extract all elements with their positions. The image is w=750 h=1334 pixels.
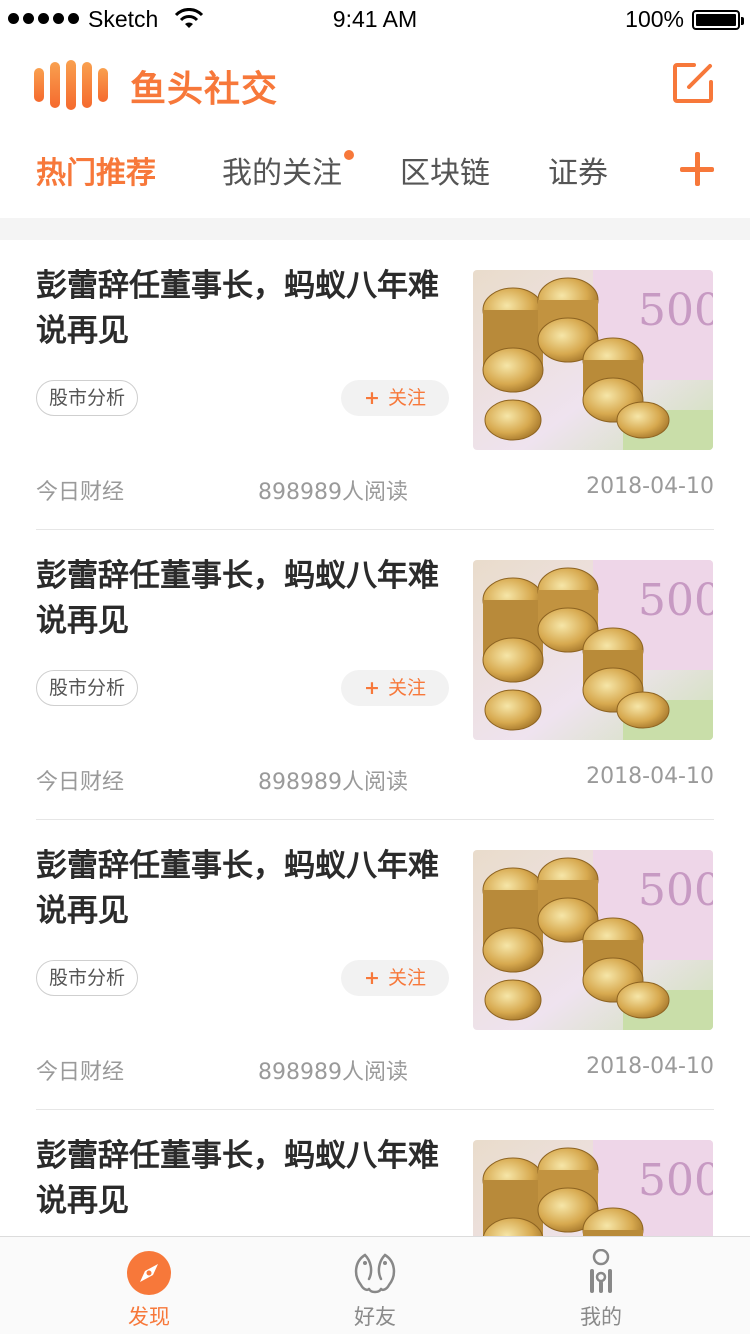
tab-label: 我的关注 [222,156,342,191]
tab-blockchain[interactable]: 区块链 [400,148,490,192]
tabbar-label: 发现 [128,1305,170,1329]
article-thumbnail: 500 [473,850,713,1030]
article-date: 2018-04-10 [586,1054,714,1079]
profile-icon [590,1249,612,1293]
tab-label: 区块链 [400,156,490,191]
category-tag[interactable]: 股市分析 [36,670,139,706]
article-thumbnail: 500 [473,270,713,450]
follow-label: 关注 [387,387,426,409]
compose-icon[interactable] [672,62,714,104]
article-title: 彭蕾辞任董事长，蚂蚁八年难说再见 [36,268,439,349]
tabbar-discover[interactable]: 发现 [24,1237,274,1334]
bottom-tab-bar: 发现 好友 我的 [0,1236,750,1334]
article-card[interactable]: 彭蕾辞任董事长，蚂蚁八年难说再见 500 [0,820,750,1110]
tab-securities[interactable]: 证券 [548,148,608,192]
category-tag[interactable]: 股市分析 [36,380,139,416]
compass-icon [127,1251,171,1295]
article-source: 今日财经 [36,480,125,505]
notification-dot [344,150,354,160]
article-title: 彭蕾辞任董事长，蚂蚁八年难说再见 [36,558,439,639]
article-card[interactable]: 彭蕾辞任董事长，蚂蚁八年难说再见 500 [0,240,750,530]
article-thumbnail: 500 [473,560,713,740]
tab-label: 热门推荐 [36,156,156,191]
tabbar-friends[interactable]: 好友 [250,1237,500,1334]
article-card[interactable]: 彭蕾辞任董事长，蚂蚁八年难说再见 500 [0,1110,750,1236]
follow-label: 关注 [387,677,426,699]
app-header: 鱼头社交 [0,40,750,130]
svg-text:500: 500 [638,1155,713,1206]
article-source: 今日财经 [36,1060,125,1085]
read-count: 898989人阅读 [258,1060,408,1085]
tabbar-label: 好友 [354,1305,396,1329]
add-tab-icon[interactable] [680,152,714,186]
article-feed[interactable]: 彭蕾辞任董事长，蚂蚁八年难说再见 500 股市分析 + 关注 今日财经 8989… [0,240,750,1236]
article-thumbnail: 500 [473,1140,713,1236]
plus-icon: + [364,967,380,989]
article-title: 彭蕾辞任董事长，蚂蚁八年难说再见 [36,1138,439,1219]
status-bar: Sketch 9:41 AM 100% [0,0,750,40]
article-date: 2018-04-10 [586,474,714,499]
follow-label: 关注 [387,967,426,989]
article-source: 今日财经 [36,770,125,795]
article-title: 彭蕾辞任董事长，蚂蚁八年难说再见 [36,848,439,929]
tab-label: 证券 [548,156,608,191]
category-tabs: 热门推荐 我的关注 区块链 证券 [0,140,750,206]
battery-icon [692,10,744,30]
follow-button[interactable]: + 关注 [341,380,449,416]
app-title: 鱼头社交 [130,69,279,110]
friends-icon [354,1253,396,1294]
svg-text:500: 500 [638,285,713,336]
svg-text:500: 500 [638,865,713,916]
plus-icon: + [364,677,380,699]
follow-button[interactable]: + 关注 [341,960,449,996]
tabbar-label: 我的 [580,1305,622,1329]
tab-hot[interactable]: 热门推荐 [36,148,156,192]
article-card[interactable]: 彭蕾辞任董事长，蚂蚁八年难说再见 500 [0,530,750,820]
follow-button[interactable]: + 关注 [341,670,449,706]
tabbar-profile[interactable]: 我的 [476,1237,726,1334]
read-count: 898989人阅读 [258,480,408,505]
category-tag[interactable]: 股市分析 [36,960,139,996]
article-date: 2018-04-10 [586,764,714,789]
svg-text:500: 500 [638,575,713,626]
plus-icon: + [364,387,380,409]
bars-logo-icon [34,60,110,110]
tab-following[interactable]: 我的关注 [222,148,354,192]
battery-percent: 100% [625,6,684,32]
read-count: 898989人阅读 [258,770,408,795]
section-divider [0,218,750,240]
